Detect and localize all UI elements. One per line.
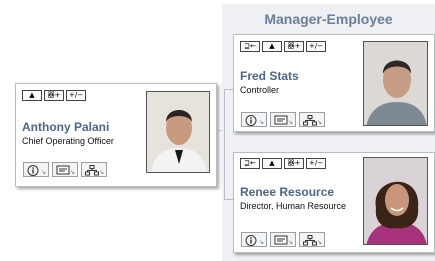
manager-button[interactable]: ⊒← — [240, 41, 260, 52]
employee-name[interactable]: Renee Resource — [240, 185, 334, 199]
info-button[interactable]: ↘ — [241, 232, 267, 247]
info-button[interactable]: ↘ — [241, 112, 267, 127]
up-button[interactable]: ▲ — [262, 41, 282, 52]
card-actions: ↘ ↘ ↘ — [241, 112, 325, 127]
info-icon — [245, 235, 257, 246]
email-icon — [274, 235, 288, 245]
up-button[interactable]: ▲ — [22, 90, 42, 101]
org-chart-icon — [303, 235, 317, 246]
up-button[interactable]: ▲ — [262, 158, 282, 169]
person-photo-icon — [147, 92, 209, 172]
expand-button[interactable]: +/− — [66, 90, 87, 101]
connector-line — [224, 89, 225, 199]
email-button[interactable]: ↘ — [270, 112, 296, 127]
email-icon — [274, 115, 288, 125]
employee-title: Chief Operating Officer — [22, 136, 114, 146]
org-chart-button[interactable]: ↘ — [299, 112, 325, 127]
info-icon — [245, 115, 257, 126]
expand-button[interactable]: +/− — [306, 41, 327, 52]
expand-button[interactable]: +/− — [306, 158, 327, 169]
employee-card-anthony[interactable]: ▲ 器+ +/− Anthony Palani Chief Operating … — [15, 83, 217, 187]
employee-card-renee[interactable]: ⊒← ▲ 器+ +/− Renee Resource Director, Hum… — [233, 152, 435, 253]
card-toolbar: ⊒← ▲ 器+ +/− — [240, 158, 327, 169]
card-toolbar: ▲ 器+ +/− — [22, 90, 87, 101]
hierarchy-button[interactable]: 器+ — [284, 41, 304, 52]
employee-photo — [363, 157, 428, 245]
info-button[interactable]: ↘ — [23, 162, 49, 177]
org-chart-button[interactable]: ↘ — [81, 162, 107, 177]
connector-line — [224, 199, 233, 200]
org-chart-button[interactable]: ↘ — [299, 232, 325, 247]
employee-photo — [363, 41, 428, 126]
email-button[interactable]: ↘ — [52, 162, 78, 177]
employee-name[interactable]: Anthony Palani — [22, 120, 109, 134]
hierarchy-button[interactable]: 器+ — [284, 158, 304, 169]
panel-title: Manager-Employee — [264, 11, 393, 27]
email-button[interactable]: ↘ — [270, 232, 296, 247]
manager-button[interactable]: ⊒← — [240, 158, 260, 169]
employee-card-fred[interactable]: ⊒← ▲ 器+ +/− Fred Stats Controller ↘ ↘ ↘ — [233, 34, 435, 132]
info-icon — [27, 165, 39, 176]
person-photo-icon — [364, 42, 427, 125]
card-actions: ↘ ↘ ↘ — [241, 232, 325, 247]
email-icon — [56, 165, 70, 175]
connector-line — [224, 89, 233, 90]
person-photo-icon — [364, 158, 427, 244]
card-toolbar: ⊒← ▲ 器+ +/− — [240, 41, 327, 52]
employee-title: Controller — [240, 85, 280, 95]
hierarchy-button[interactable]: 器+ — [44, 90, 64, 101]
employee-title: Director, Human Resource — [240, 201, 347, 211]
employee-name[interactable]: Fred Stats — [240, 69, 299, 83]
org-chart-icon — [303, 115, 317, 126]
employee-photo — [146, 91, 210, 173]
org-chart-icon — [85, 165, 99, 176]
card-actions: ↘ ↘ ↘ — [23, 162, 107, 177]
